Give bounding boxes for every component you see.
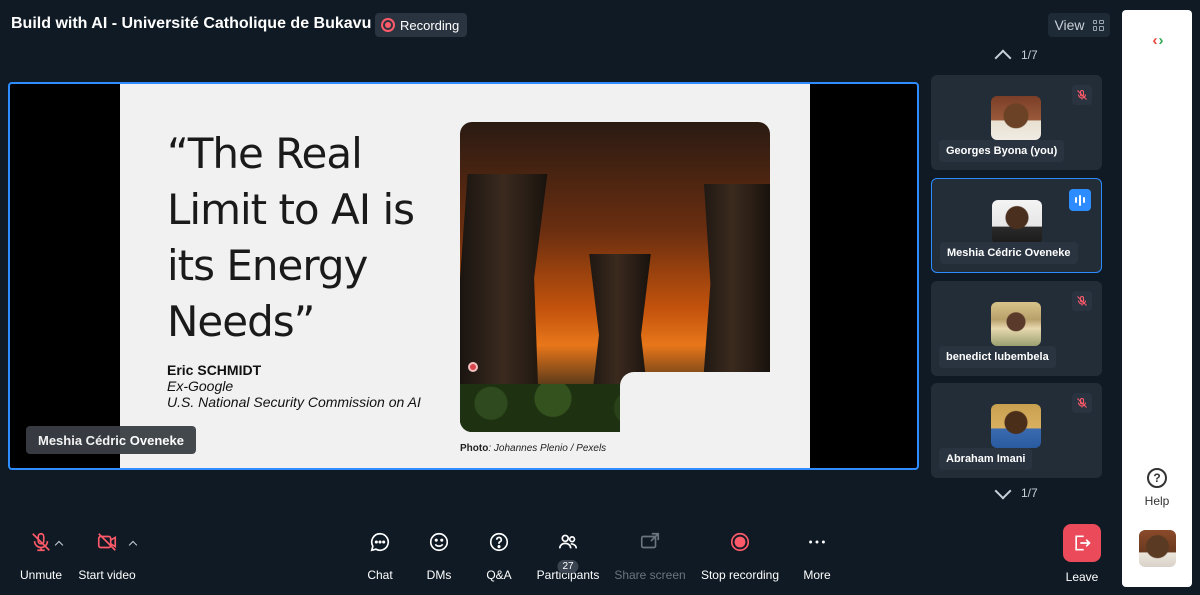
more-dots-icon [806,530,828,554]
question-icon [488,530,510,554]
stop-recording-label: Stop recording [700,568,780,582]
participants-icon [557,530,579,554]
credit-text: : Johannes Plenio / Pexels [488,443,607,454]
author-name: Eric SCHMIDT [167,362,262,378]
stop-recording-button[interactable]: Stop recording [700,530,780,582]
page-indicator-bottom: 1/7 [1021,486,1038,500]
recording-label: Recording [400,17,460,33]
author-role-2: U.S. National Security Commission on AI [167,394,421,410]
start-video-button[interactable]: Start video [78,530,136,582]
mic-off-icon [1072,393,1092,413]
qa-button[interactable]: Q&A [484,530,514,582]
start-video-label: Start video [78,568,136,582]
app-logo-icon: ‹ › [1152,31,1164,49]
shared-screen: “The Real Limit to AI is its Energy Need… [8,82,919,470]
participant-name: Abraham Imani [939,448,1033,470]
participants-button[interactable]: 27 Participants [535,530,601,582]
slide-author: Eric SCHMIDT Ex-Google U.S. National Sec… [167,362,421,410]
recording-badge[interactable]: Recording [375,13,468,37]
slide-quote: “The Real Limit to AI is its Energy Need… [167,129,415,346]
record-icon [381,18,395,32]
page-indicator-top: 1/7 [1021,48,1038,62]
self-avatar[interactable] [1139,530,1176,567]
more-label: More [803,568,831,582]
pager-bottom[interactable]: 1/7 [994,482,1038,500]
record-icon [729,530,751,554]
active-speaker-label: Meshia Cédric Oveneke [26,426,196,454]
photo-notch [620,372,790,452]
more-button[interactable]: More [802,530,832,582]
avatar [991,302,1041,346]
chat-label: Chat [367,568,393,582]
participant-tile[interactable]: benedict lubembela [931,281,1102,376]
grid-layout-icon [1092,19,1104,31]
help-label: Help [1144,494,1170,508]
avatar [992,200,1042,244]
mic-off-icon [1072,85,1092,105]
leave-icon [1063,524,1101,562]
speaking-indicator-icon [1069,189,1091,211]
video-off-icon [96,530,118,554]
share-screen-icon [639,530,661,554]
participant-tile[interactable]: Meshia Cédric Oveneke [931,178,1102,273]
dms-label: DMs [426,568,452,582]
top-bar: Build with AI - Université Catholique de… [0,0,1120,50]
qa-label: Q&A [486,568,512,582]
meeting-title: Build with AI - Université Catholique de… [11,15,372,32]
participants-count-badge: 27 [557,560,579,573]
unmute-button[interactable]: Unmute [18,530,64,582]
credit-label: Photo [460,443,489,454]
avatar [991,96,1041,140]
participant-tile[interactable]: Georges Byona (you) [931,75,1102,170]
smile-chat-icon [428,530,450,554]
participant-name: Georges Byona (you) [939,140,1065,162]
participant-name: Meshia Cédric Oveneke [940,242,1078,264]
chevron-up-icon[interactable] [994,49,1012,67]
participant-tile[interactable]: Abraham Imani [931,383,1102,478]
chat-icon [369,530,391,554]
view-button[interactable]: View [1048,13,1110,37]
help-icon: ? [1147,468,1167,488]
pointer-cursor-icon [468,362,478,372]
photo-credit: Photo: Johannes Plenio / Pexels [460,443,606,454]
view-label: View [1054,17,1085,33]
avatar [991,404,1041,448]
share-screen-label: Share screen [614,568,686,582]
help-button[interactable]: ? Help [1122,468,1192,508]
leave-label: Leave [1065,570,1099,584]
mic-off-icon [1072,291,1092,311]
leave-button[interactable]: Leave [1062,524,1102,584]
presentation-slide: “The Real Limit to AI is its Energy Need… [120,84,810,468]
participant-name: benedict lubembela [939,346,1056,368]
meeting-toolbar: Unmute Start video Chat DMs Q&A 27 Parti… [0,520,1120,595]
share-screen-button[interactable]: Share screen [614,530,686,582]
dms-button[interactable]: DMs [424,530,454,582]
unmute-label: Unmute [19,568,63,582]
chat-button[interactable]: Chat [364,530,396,582]
mic-off-icon [30,530,52,554]
author-role-1: Ex-Google [167,378,234,394]
chevron-down-icon[interactable] [994,482,1012,500]
side-panel: ‹ › ? Help [1122,10,1192,587]
pager-top[interactable]: 1/7 [994,46,1038,67]
